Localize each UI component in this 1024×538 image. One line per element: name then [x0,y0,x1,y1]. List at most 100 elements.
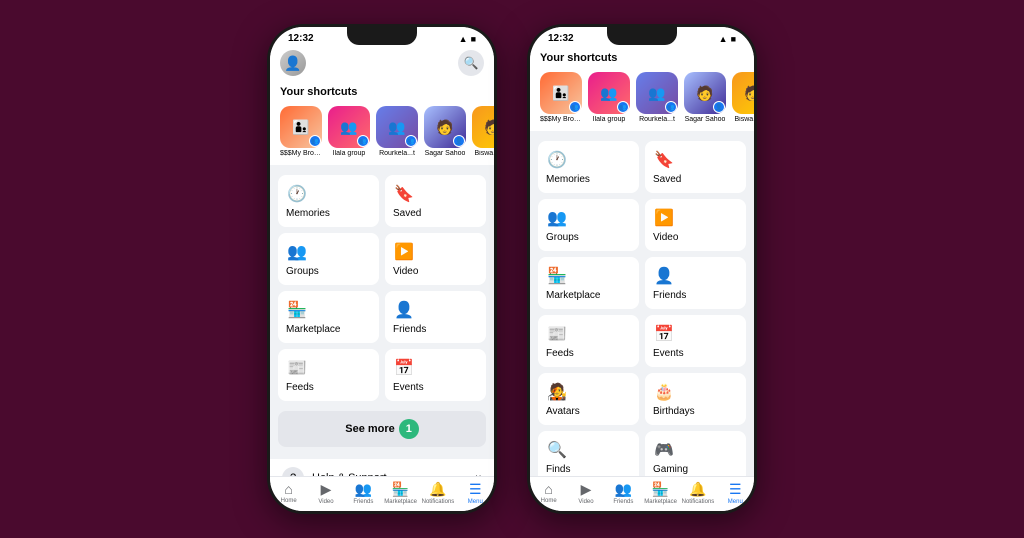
grid2-item-feeds[interactable]: 📰 Feeds [538,315,639,367]
grid2-item-video[interactable]: ▶️ Video [645,199,746,251]
grid2-item-memories[interactable]: 🕐 Memories [538,141,639,193]
memories-icon: 🕐 [286,183,308,205]
home2-nav-label: Home [541,498,557,504]
avatar2-badge-0: 👥 [569,101,581,113]
shortcut-item-1[interactable]: 👥 👥 Ilala group [328,106,370,157]
nav2-video[interactable]: ▶ Video [567,481,604,505]
groups-label: Groups [286,266,371,277]
avatar-badge-0: 👥 [309,135,321,147]
shortcut2-avatar-0: 👨‍👦 👥 [540,72,582,114]
nav2-friends[interactable]: 👥 Friends [605,481,642,505]
nav-menu-1[interactable]: ☰ Menu [457,481,494,505]
nav-home-1[interactable]: ⌂ Home [270,481,307,505]
battery-icon-1: ■ [471,34,476,44]
grid-item-marketplace[interactable]: 🏪 Marketplace [278,291,379,343]
nav-friends-1[interactable]: 👥 Friends [345,481,382,505]
shortcut-item-2[interactable]: 👥 👥 Rourkela...t [376,106,418,157]
grid2-item-birthdays[interactable]: 🎂 Birthdays [645,373,746,425]
friends-nav-icon-1: 👥 [355,481,372,498]
see-more-label: See more [345,423,395,435]
groups-icon: 👥 [286,241,308,263]
shortcut-item-3[interactable]: 🧑 👤 Sagar Sahoo [424,106,466,157]
nav2-marketplace[interactable]: 🏪 Marketplace [642,481,679,505]
grid2-item-gaming[interactable]: 🎮 Gaming [645,431,746,476]
grid-item-feeds[interactable]: 📰 Feeds [278,349,379,401]
grid2-row-0: 🕐 Memories 🔖 Saved [538,141,746,193]
header-avatar-1[interactable]: 👤 [280,50,306,76]
avatar-inner-4: 🧑 [472,106,494,148]
shortcut-label-3: Sagar Sahoo [425,150,466,157]
video2-nav-label: Video [578,499,593,505]
saved-label: Saved [393,208,478,219]
avatar2-badge-2: 👥 [665,101,677,113]
shortcut-avatar-3: 🧑 👤 [424,106,466,148]
gaming2-label: Gaming [653,464,738,475]
phone-2: 12:32 ▲ ■ Your shortcuts 👨‍👦 👥 $$$My Bro [527,24,757,514]
menu-nav-label-1: Menu [468,499,483,505]
shortcut-item-4[interactable]: 🧑 👤 Biswa...Das [472,106,494,157]
nav-video-1[interactable]: ▶ Video [307,481,344,505]
phone-1: 12:32 ▲ ■ 👤 🔍 Your shortcuts [267,24,497,514]
marketplace-label: Marketplace [286,324,371,335]
shortcut2-avatar-4: 🧑 👤 [732,72,754,114]
feeds2-icon: 📰 [546,323,568,345]
bottom-nav-1: ⌂ Home ▶ Video 👥 Friends 🏪 Marketplace 🔔 [270,476,494,511]
grid2-item-groups[interactable]: 👥 Groups [538,199,639,251]
grid-item-events[interactable]: 📅 Events [385,349,486,401]
grid-row-0: 🕐 Memories 🔖 Saved [278,175,486,227]
shortcut-item-0[interactable]: 👨‍👦 👥 $$$My Brothers... [280,106,322,157]
screen-content-1[interactable]: Your shortcuts 👨‍👦 👥 $$$My Brothers... 👥… [270,80,494,476]
shortcut-avatar-2: 👥 👥 [376,106,418,148]
grid-item-saved[interactable]: 🔖 Saved [385,175,486,227]
accordion-help[interactable]: ? Help & Support ∨ [270,459,494,476]
marketplace2-icon: 🏪 [546,265,568,287]
nav-notifications-1[interactable]: 🔔 Notifications [419,481,456,505]
notifications2-nav-icon: 🔔 [689,481,706,498]
shortcut2-item-2[interactable]: 👥 👥 Rourkela...t [636,72,678,123]
nav2-home[interactable]: ⌂ Home [530,481,567,505]
menu2-nav-label: Menu [728,499,743,505]
header-search-btn-1[interactable]: 🔍 [458,50,484,76]
time-2: 12:32 [548,33,574,44]
grid2-item-marketplace[interactable]: 🏪 Marketplace [538,257,639,309]
grid2-row-4: 🧑‍🎤 Avatars 🎂 Birthdays [538,373,746,425]
grid2-item-friends[interactable]: 👤 Friends [645,257,746,309]
saved2-icon: 🔖 [653,149,675,171]
nav2-menu[interactable]: ☰ Menu [717,481,754,505]
grid2-item-events[interactable]: 📅 Events [645,315,746,367]
shortcut-avatar-4: 🧑 👤 [472,106,494,148]
nav-marketplace-1[interactable]: 🏪 Marketplace [382,481,419,505]
grid-item-memories[interactable]: 🕐 Memories [278,175,379,227]
shortcut2-item-0[interactable]: 👨‍👦 👥 $$$My Brothers... [540,72,582,123]
shortcut-label-2: Rourkela...t [379,150,415,157]
video2-nav-icon: ▶ [581,481,592,498]
grid-item-friends[interactable]: 👤 Friends [385,291,486,343]
shortcuts-title-1: Your shortcuts [270,80,494,102]
nav2-notifications[interactable]: 🔔 Notifications [679,481,716,505]
grid-item-groups[interactable]: 👥 Groups [278,233,379,285]
avatar-badge-3: 👤 [453,135,465,147]
grid-item-video[interactable]: ▶️ Video [385,233,486,285]
see-more-button[interactable]: See more 1 [278,411,486,447]
shortcut2-item-3[interactable]: 🧑 👤 Sagar Sahoo [684,72,726,123]
battery-icon-2: ■ [731,34,736,44]
screen-content-2[interactable]: Your shortcuts 👨‍👦 👥 $$$My Brothers... 👥… [530,46,754,476]
shortcut2-item-4[interactable]: 🧑 👤 Biswa...Das [732,72,754,123]
shortcuts-row-1[interactable]: 👨‍👦 👥 $$$My Brothers... 👥 👥 Ilala group [270,102,494,165]
grid-row-1: 👥 Groups ▶️ Video [278,233,486,285]
grid-row-2: 🏪 Marketplace 👤 Friends [278,291,486,343]
grid2-item-saved[interactable]: 🔖 Saved [645,141,746,193]
friends-nav-label-1: Friends [353,499,373,505]
grid2-item-finds[interactable]: 🔍 Finds [538,431,639,476]
shortcuts-row-2[interactable]: 👨‍👦 👥 $$$My Brothers... 👥 👥 Ilala group [530,68,754,131]
notifications-nav-label-1: Notifications [422,499,455,505]
feeds2-label: Feeds [546,348,631,359]
shortcut2-item-1[interactable]: 👥 👥 Ilala group [588,72,630,123]
grid2-item-avatars[interactable]: 🧑‍🎤 Avatars [538,373,639,425]
home2-nav-icon: ⌂ [544,481,552,497]
groups2-icon: 👥 [546,207,568,229]
menu-nav-icon-1: ☰ [469,481,482,498]
friends-icon: 👤 [393,299,415,321]
grid2-row-3: 📰 Feeds 📅 Events [538,315,746,367]
bottom-nav-2: ⌂ Home ▶ Video 👥 Friends 🏪 Marketplace 🔔 [530,476,754,511]
